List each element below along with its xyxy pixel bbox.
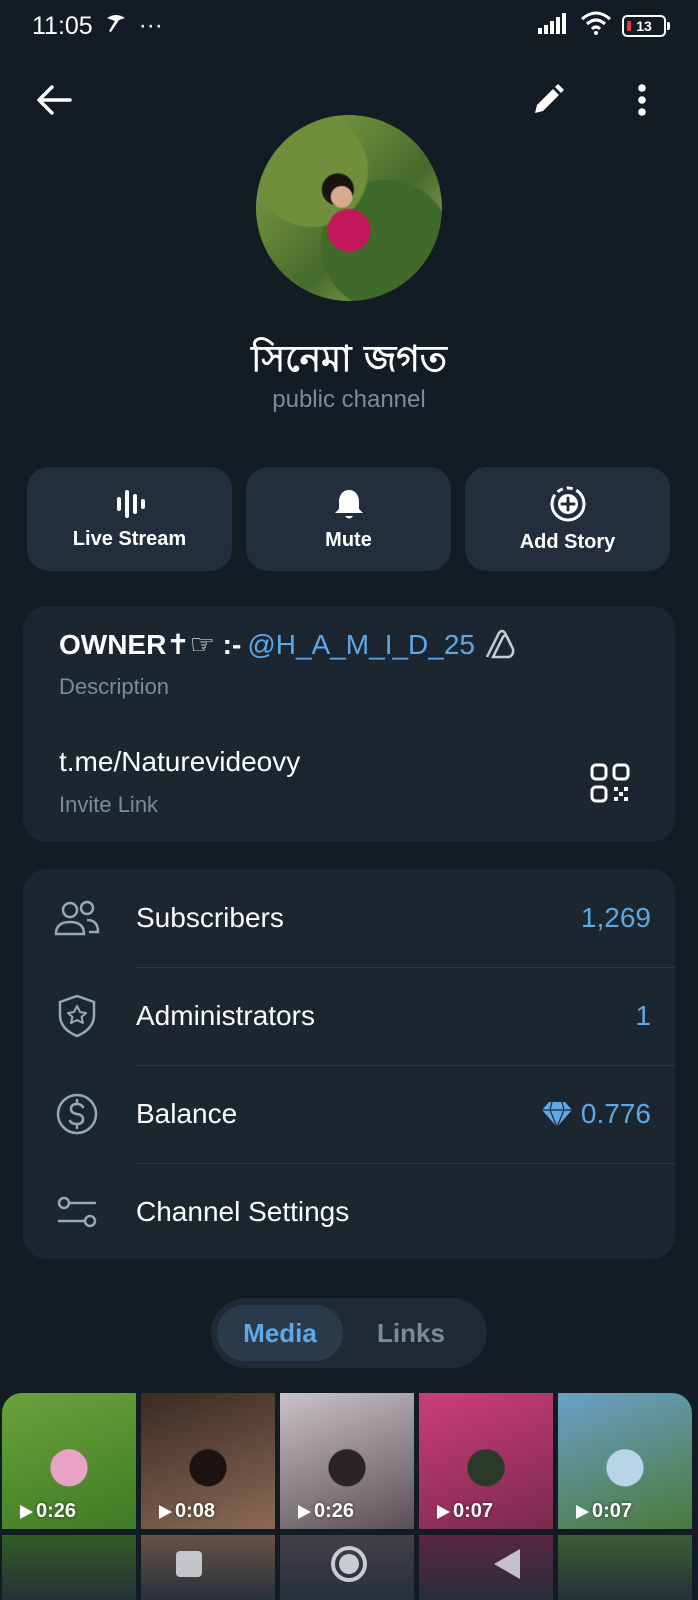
balance-amount: 0.776 xyxy=(580,1098,651,1129)
live-stream-label: Live Stream xyxy=(72,527,187,550)
balance-value-group: 0.776 xyxy=(541,1098,651,1130)
owner-prefix: OWNER✝☞ :- xyxy=(59,629,242,660)
play-icon xyxy=(576,1504,589,1519)
back-nav-button[interactable] xyxy=(483,1540,531,1588)
channel-settings-row[interactable]: Channel Settings xyxy=(23,1163,675,1261)
recent-apps-button[interactable] xyxy=(165,1540,213,1588)
invite-link-label: Invite Link xyxy=(59,792,159,817)
media-thumbnail[interactable]: 0:26 xyxy=(2,1393,136,1529)
signal-icon xyxy=(536,12,570,41)
duration-text: 0:07 xyxy=(592,1500,633,1522)
qr-code-button[interactable] xyxy=(589,762,631,804)
battery-level: 13 xyxy=(636,18,652,34)
administrators-label: Administrators xyxy=(136,1000,315,1031)
duration-text: 0:07 xyxy=(453,1500,494,1522)
home-button[interactable] xyxy=(325,1540,373,1588)
mute-button[interactable]: Mute xyxy=(246,467,451,571)
administrators-row[interactable]: Administrators 1 xyxy=(23,967,675,1065)
diamond-icon xyxy=(541,1101,572,1128)
channel-info-card: OWNER✝☞ :- @H_A_M_I_D_25 Description t.m… xyxy=(23,606,675,842)
system-navigation-bar xyxy=(0,1530,698,1600)
video-duration: 0:07 xyxy=(574,1500,632,1523)
balance-row[interactable]: Balance 0.776 xyxy=(23,1065,675,1163)
media-thumbnail[interactable]: 0:07 xyxy=(558,1393,692,1529)
media-thumbnail[interactable]: 0:08 xyxy=(141,1393,275,1529)
video-duration: 0:26 xyxy=(296,1500,354,1523)
more-vertical-icon xyxy=(638,84,646,116)
shield-star-icon xyxy=(53,992,101,1040)
tab-links[interactable]: Links xyxy=(343,1305,479,1361)
add-story-button[interactable]: Add Story xyxy=(465,467,670,571)
video-duration: 0:08 xyxy=(157,1500,215,1523)
live-stream-icon xyxy=(116,489,145,518)
channel-stats-card: Subscribers 1,269 Administrators 1 Balan… xyxy=(23,869,675,1259)
duration-text: 0:26 xyxy=(36,1500,77,1522)
mute-label: Mute xyxy=(325,528,372,551)
edit-button[interactable] xyxy=(520,72,576,128)
action-buttons: Live Stream Mute Add Story xyxy=(27,467,670,571)
back-arrow-icon xyxy=(37,85,72,115)
channel-type: public channel xyxy=(272,386,426,413)
back-button[interactable] xyxy=(26,72,82,128)
status-time: 11:05 xyxy=(32,11,93,40)
subscribers-count: 1,269 xyxy=(580,902,651,933)
balance-label: Balance xyxy=(136,1098,238,1129)
video-duration: 0:07 xyxy=(435,1500,493,1523)
pencil-icon xyxy=(535,84,564,113)
home-circle-icon xyxy=(331,1546,367,1582)
wifi-icon xyxy=(580,11,612,42)
owner-mention-link[interactable]: @H_A_M_I_D_25 xyxy=(247,629,475,661)
media-tabs: Media Links xyxy=(211,1298,487,1368)
square-icon xyxy=(176,1551,202,1577)
media-thumbnail[interactable]: 0:07 xyxy=(419,1393,553,1529)
invite-link[interactable]: t.me/Naturevideovy xyxy=(59,746,300,778)
play-icon xyxy=(159,1504,172,1519)
duration-text: 0:26 xyxy=(314,1500,355,1522)
live-stream-button[interactable]: Live Stream xyxy=(27,467,232,571)
add-story-label: Add Story xyxy=(519,530,616,553)
description-label: Description xyxy=(59,674,170,699)
dollar-circle-icon xyxy=(53,1090,101,1138)
battery-icon: 13 xyxy=(622,15,670,37)
sliders-icon xyxy=(53,1188,101,1236)
play-icon xyxy=(437,1504,450,1519)
description-text: OWNER✝☞ :- @H_A_M_I_D_25 xyxy=(59,628,517,661)
status-bar: 11:05 ··· 13 xyxy=(0,0,698,52)
duration-text: 0:08 xyxy=(175,1500,216,1522)
channel-settings-label: Channel Settings xyxy=(136,1196,350,1227)
more-options-button[interactable] xyxy=(614,72,670,128)
users-icon xyxy=(53,894,101,942)
subscribers-row[interactable]: Subscribers 1,269 xyxy=(23,869,675,967)
status-more: ··· xyxy=(138,12,163,39)
qr-code-icon xyxy=(590,763,630,803)
triangle-back-icon xyxy=(494,1549,520,1579)
play-icon xyxy=(298,1504,311,1519)
bell-icon xyxy=(334,489,363,518)
tab-media[interactable]: Media xyxy=(217,1305,343,1361)
video-duration: 0:26 xyxy=(18,1500,76,1523)
channel-name: সিনেমা জগত xyxy=(251,339,447,380)
add-story-icon xyxy=(550,486,585,521)
paperclip-icon xyxy=(485,629,515,658)
play-icon xyxy=(20,1504,33,1519)
media-thumbnail[interactable]: 0:26 xyxy=(280,1393,414,1529)
administrators-count: 1 xyxy=(635,1000,651,1031)
subscribers-label: Subscribers xyxy=(136,902,284,933)
carrier-icon xyxy=(103,12,129,41)
channel-avatar[interactable] xyxy=(256,115,442,301)
